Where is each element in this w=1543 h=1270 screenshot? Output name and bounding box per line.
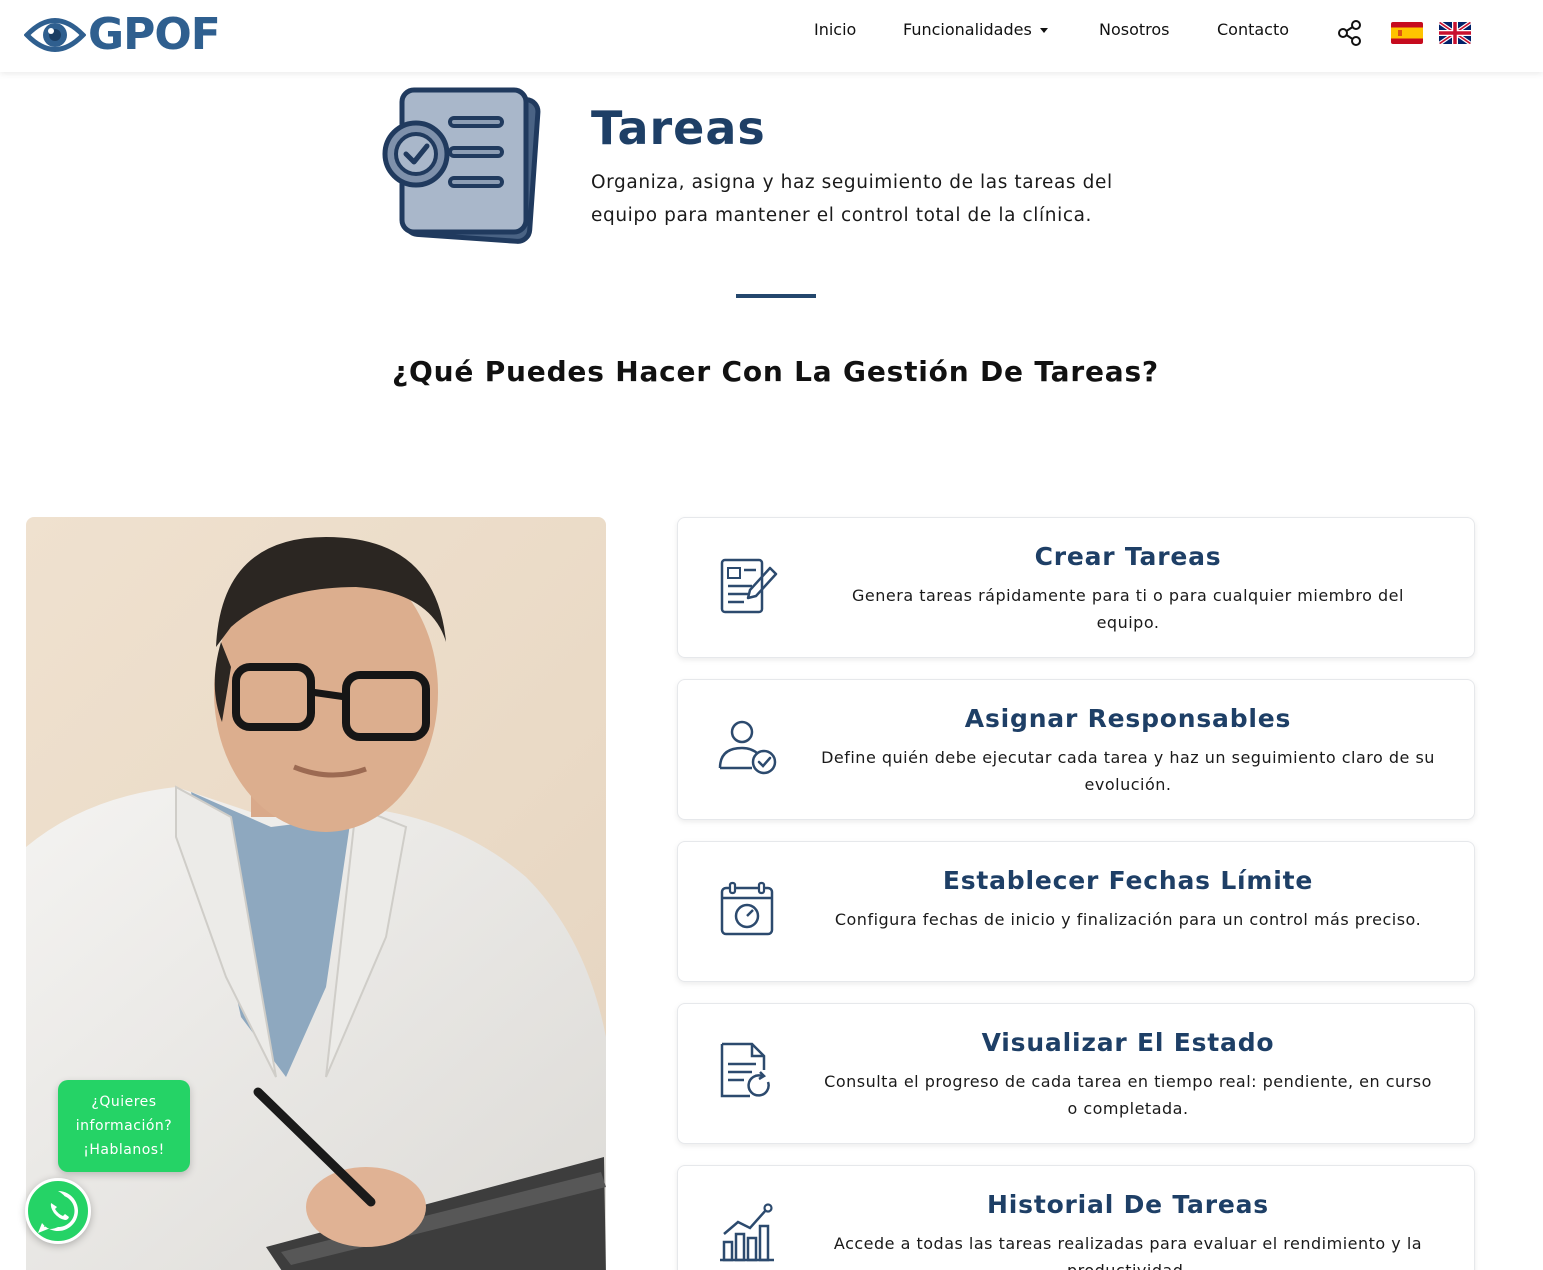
feature-card-historial: Historial De Tareas Accede a todas las t…: [677, 1165, 1475, 1270]
feature-card-crear-tareas: Crear Tareas Genera tareas rápidamente p…: [677, 517, 1475, 658]
feature-card-asignar-responsables: Asignar Responsables Define quién debe e…: [677, 679, 1475, 820]
spain-flag-icon[interactable]: [1391, 22, 1423, 44]
task-document-check-icon: [382, 87, 541, 244]
nav-funcionalidades[interactable]: Funcionalidades: [903, 20, 1048, 39]
feature-card-fechas-limite: Establecer Fechas Límite Configura fecha…: [677, 841, 1475, 982]
edit-document-icon: [720, 558, 778, 614]
uk-flag-icon[interactable]: [1439, 22, 1471, 44]
whatsapp-icon: [38, 1191, 78, 1233]
main-nav: Inicio Funcionalidades Nosotros Contacto: [0, 0, 1543, 64]
nav-contacto[interactable]: Contacto: [1217, 20, 1289, 39]
feature-card-visualizar-estado: Visualizar El Estado Consulta el progres…: [677, 1003, 1475, 1144]
nav-funcionalidades-label: Funcionalidades: [903, 20, 1032, 39]
feature-text: Configura fechas de inicio y finalizació…: [834, 910, 1422, 929]
feature-title: Crear Tareas: [1034, 542, 1222, 571]
nav-inicio[interactable]: Inicio: [814, 20, 856, 39]
user-check-icon: [718, 720, 777, 775]
feature-title: Establecer Fechas Límite: [942, 866, 1314, 895]
navbar: GPOF Inicio Funcionalidades Nosotros Con…: [0, 0, 1543, 72]
feature-text: Accede a todas las tareas realizadas par…: [833, 1234, 1423, 1270]
feature-title: Asignar Responsables: [964, 704, 1292, 733]
chat-line-1: ¿Quieres: [91, 1094, 157, 1110]
page-title: Tareas: [591, 101, 766, 155]
nav-nosotros[interactable]: Nosotros: [1099, 20, 1170, 39]
document-refresh-icon: [720, 1042, 770, 1098]
feature-text: Define quién debe ejecutar cada tarea y …: [821, 748, 1435, 794]
chevron-down-icon: [1039, 28, 1048, 33]
section-title: ¿Qué Puedes Hacer Con La Gestión De Tare…: [392, 355, 1159, 388]
hero-description: Organiza, asigna y haz seguimiento de la…: [591, 172, 1113, 226]
section-divider: [736, 294, 816, 298]
feature-title: Visualizar El Estado: [981, 1028, 1275, 1057]
chat-prompt-bubble[interactable]: ¿Quieres información? ¡Hablanos!: [58, 1080, 190, 1172]
feature-title: Historial De Tareas: [987, 1190, 1269, 1219]
share-icon[interactable]: [1336, 19, 1364, 47]
chat-line-2: información?: [75, 1118, 173, 1134]
whatsapp-button[interactable]: [25, 1178, 91, 1244]
chat-line-3: ¡Hablanos!: [83, 1142, 165, 1158]
feature-text: Consulta el progreso de cada tarea en ti…: [824, 1072, 1432, 1118]
calendar-clock-icon: [720, 881, 774, 936]
feature-text: Genera tareas rápidamente para ti o para…: [852, 586, 1404, 632]
bar-chart-growth-icon: [720, 1203, 774, 1262]
